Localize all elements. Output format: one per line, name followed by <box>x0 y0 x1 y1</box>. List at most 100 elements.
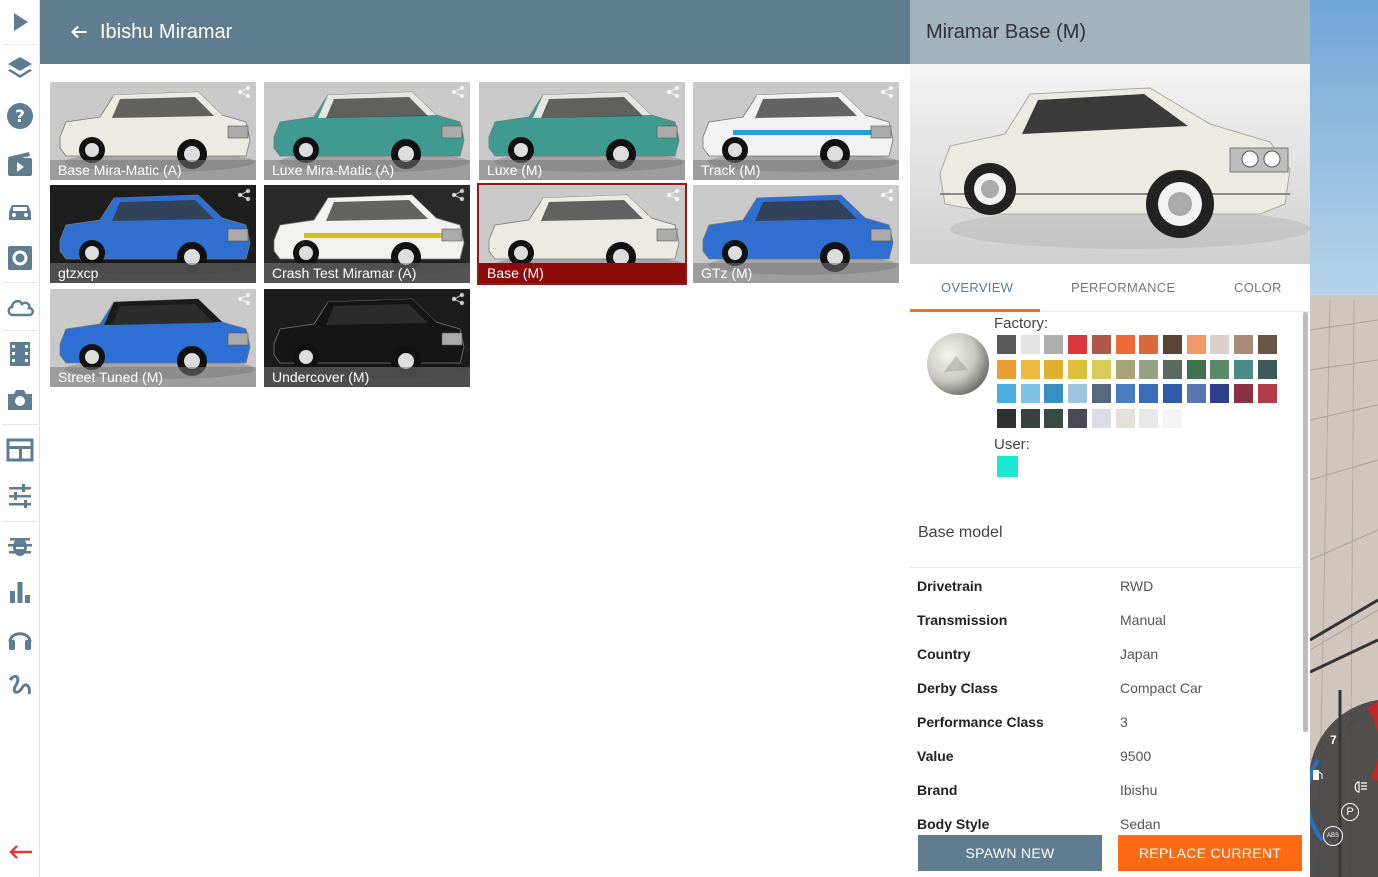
color-swatch[interactable] <box>1068 384 1088 403</box>
vehicles-icon[interactable] <box>0 190 40 234</box>
share-icon[interactable] <box>450 85 466 99</box>
color-swatch[interactable] <box>1186 384 1206 403</box>
tab-performance[interactable]: PERFORMANCE <box>1071 264 1175 312</box>
color-swatch[interactable] <box>1139 384 1159 403</box>
color-swatch[interactable] <box>1044 335 1064 354</box>
color-swatch[interactable] <box>1115 335 1135 354</box>
spec-value: 3 <box>1120 714 1128 730</box>
performance-icon[interactable] <box>0 570 40 614</box>
color-swatch[interactable] <box>1020 408 1040 428</box>
color-swatch[interactable] <box>1234 359 1253 379</box>
audio-icon[interactable] <box>0 616 40 660</box>
color-swatch[interactable] <box>1068 335 1088 354</box>
config-tile[interactable]: gtzxcp <box>50 185 256 283</box>
vehicle-config-icon[interactable] <box>0 236 40 280</box>
drive-path-icon[interactable] <box>0 664 40 708</box>
layers-icon[interactable] <box>0 46 40 90</box>
color-swatch[interactable] <box>1020 335 1040 354</box>
color-swatch[interactable] <box>1257 335 1277 354</box>
share-icon[interactable] <box>236 188 252 202</box>
cloud-icon[interactable] <box>0 285 40 329</box>
help-icon[interactable]: ? <box>0 94 40 138</box>
color-swatch[interactable] <box>1139 335 1159 354</box>
color-swatch[interactable] <box>1234 384 1253 403</box>
share-icon[interactable] <box>236 292 252 306</box>
color-swatch[interactable] <box>997 384 1016 403</box>
color-swatch[interactable] <box>1044 408 1064 428</box>
color-swatch[interactable] <box>1139 359 1159 379</box>
panel-scrollbar[interactable] <box>1303 312 1308 732</box>
config-tile[interactable]: Luxe (M) <box>479 82 685 180</box>
color-swatch[interactable] <box>1068 359 1088 379</box>
color-swatch[interactable] <box>997 335 1016 354</box>
color-swatch[interactable] <box>1257 384 1277 403</box>
color-swatch[interactable] <box>1162 359 1182 379</box>
user-color-swatch[interactable] <box>997 456 1018 477</box>
camera-icon[interactable] <box>0 378 40 422</box>
config-tile[interactable]: GTz (M) <box>693 185 899 283</box>
color-swatch[interactable] <box>1186 335 1206 354</box>
scenario-icon[interactable] <box>0 142 40 186</box>
replace-current-button[interactable]: REPLACE CURRENT <box>1118 835 1302 871</box>
config-tile[interactable]: Track (M) <box>693 82 899 180</box>
share-icon[interactable] <box>450 292 466 306</box>
color-swatch[interactable] <box>1139 408 1159 428</box>
replay-icon[interactable] <box>0 332 40 376</box>
config-tile[interactable]: Luxe Mira-Matic (A) <box>264 82 470 180</box>
color-swatch[interactable] <box>1091 335 1111 354</box>
spec-value: Sedan <box>1120 816 1161 832</box>
color-swatch[interactable] <box>1115 359 1135 379</box>
apps-icon[interactable] <box>0 428 40 472</box>
color-swatch[interactable] <box>997 408 1016 428</box>
color-swatch[interactable] <box>1044 384 1064 403</box>
tab-color[interactable]: COLOR <box>1234 264 1282 312</box>
play-icon[interactable] <box>0 0 40 44</box>
color-swatch[interactable] <box>1068 408 1088 428</box>
spec-key: Value <box>917 748 954 764</box>
share-icon[interactable] <box>879 85 895 99</box>
config-tile[interactable]: Undercover (M) <box>264 289 470 387</box>
spec-value: Compact Car <box>1120 680 1203 696</box>
color-swatch[interactable] <box>1115 384 1135 403</box>
color-palette: Factory: User: <box>910 312 1310 512</box>
config-tile[interactable]: Street Tuned (M) <box>50 289 256 387</box>
color-swatch[interactable] <box>1044 359 1064 379</box>
debug-icon[interactable] <box>0 523 40 567</box>
color-swatch[interactable] <box>1091 408 1111 428</box>
color-swatch[interactable] <box>1210 359 1230 379</box>
share-icon[interactable] <box>236 85 252 99</box>
config-tile[interactable]: Base Mira-Matic (A) <box>50 82 256 180</box>
color-swatch[interactable] <box>1186 359 1206 379</box>
color-swatch[interactable] <box>1162 384 1182 403</box>
tab-overview[interactable]: OVERVIEW <box>941 264 1013 312</box>
exit-arrow-icon[interactable] <box>0 830 40 874</box>
color-swatch[interactable] <box>1162 335 1182 354</box>
abs-indicator: ABS <box>1323 826 1343 846</box>
spec-key: Transmission <box>917 612 1008 628</box>
options-icon[interactable] <box>0 474 40 518</box>
color-swatch[interactable] <box>1115 408 1135 428</box>
game-viewport: 7 P ABS <box>1310 0 1378 877</box>
share-icon[interactable] <box>450 188 466 202</box>
share-icon[interactable] <box>665 85 681 99</box>
config-tile[interactable]: Crash Test Miramar (A) <box>264 185 470 283</box>
config-tile[interactable]: Base (M) <box>477 183 687 285</box>
panel-header: Miramar Base (M) <box>910 0 1310 64</box>
color-swatch[interactable] <box>1162 408 1182 428</box>
color-swatch[interactable] <box>997 359 1016 379</box>
color-swatch[interactable] <box>1091 359 1111 379</box>
color-swatch[interactable] <box>1257 359 1277 379</box>
share-icon[interactable] <box>879 188 895 202</box>
share-icon[interactable] <box>665 188 681 202</box>
page-title: Ibishu Miramar <box>100 20 233 43</box>
color-swatch[interactable] <box>1091 384 1111 403</box>
vehicle-preview <box>910 64 1310 264</box>
fuel-icon <box>1312 768 1324 782</box>
color-swatch[interactable] <box>1210 335 1230 354</box>
arrow-left-icon[interactable] <box>64 17 94 47</box>
color-swatch[interactable] <box>1020 384 1040 403</box>
color-swatch[interactable] <box>1020 359 1040 379</box>
color-swatch[interactable] <box>1210 384 1230 403</box>
color-swatch[interactable] <box>1234 335 1253 354</box>
spawn-new-button[interactable]: SPAWN NEW <box>918 835 1102 871</box>
